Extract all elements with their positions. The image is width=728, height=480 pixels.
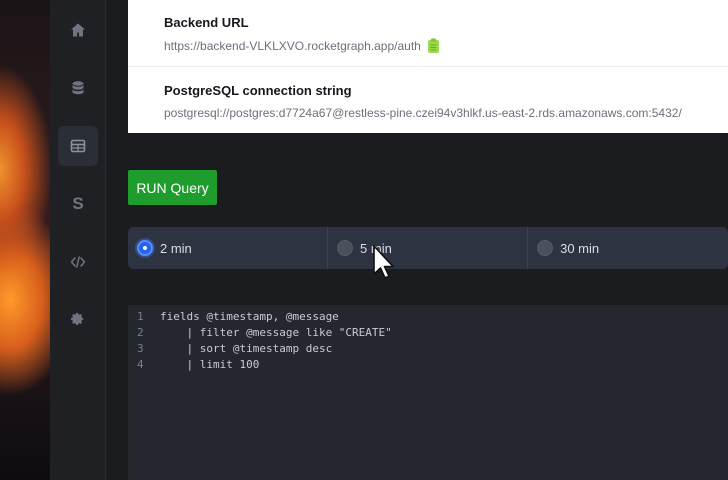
line-number: 3 bbox=[137, 342, 144, 355]
radio-button[interactable] bbox=[537, 240, 554, 256]
line-number: 1 bbox=[137, 310, 144, 323]
sidebar: S bbox=[50, 0, 106, 480]
sidebar-item-database[interactable] bbox=[58, 68, 98, 108]
range-option-2min[interactable]: 2 min bbox=[128, 227, 329, 269]
radio-button-selected[interactable] bbox=[137, 240, 153, 256]
database-icon bbox=[72, 81, 84, 95]
connection-settings-card: Backend URL https://backend-VLKLXVO.rock… bbox=[128, 0, 728, 133]
home-icon bbox=[71, 23, 85, 37]
range-option-5min[interactable]: 5 min bbox=[328, 227, 529, 269]
sidebar-item-settings[interactable] bbox=[58, 300, 98, 340]
postgres-row: PostgreSQL connection string postgresql:… bbox=[164, 83, 728, 120]
sidebar-item-code[interactable] bbox=[58, 242, 98, 282]
radio-button[interactable] bbox=[337, 240, 354, 256]
desktop-wallpaper bbox=[0, 0, 50, 480]
postgres-connection-string[interactable]: postgresql://postgres:d7724a67@restless-… bbox=[164, 106, 682, 120]
line-number: 4 bbox=[137, 358, 144, 371]
postgres-label: PostgreSQL connection string bbox=[164, 83, 352, 98]
code-text: | filter @message like "CREATE" bbox=[160, 326, 392, 339]
gear-icon bbox=[71, 312, 84, 326]
table-icon bbox=[70, 139, 86, 153]
backend-url-row: Backend URL https://backend-VLKLXVO.rock… bbox=[164, 15, 728, 54]
run-query-button[interactable]: RUN Query bbox=[128, 170, 217, 205]
storage-icon: S bbox=[72, 194, 84, 213]
main-panel: Backend URL https://backend-VLKLXVO.rock… bbox=[107, 0, 728, 480]
code-line: 3 | sort @timestamp desc bbox=[128, 341, 332, 357]
postgres-value-wrap: postgresql://postgres:d7724a67@restless-… bbox=[164, 106, 728, 120]
code-text: | sort @timestamp desc bbox=[160, 342, 333, 355]
range-label: 2 min bbox=[160, 240, 192, 256]
code-line: 4 | limit 100 bbox=[128, 357, 259, 373]
code-icon bbox=[70, 256, 86, 268]
query-editor[interactable]: 1 fields @timestamp, @message 2 | filter … bbox=[128, 305, 728, 480]
mouse-pointer-icon bbox=[372, 244, 394, 286]
range-option-30min[interactable]: 30 min bbox=[528, 227, 728, 269]
code-line: 2 | filter @message like "CREATE" bbox=[128, 325, 392, 341]
divider bbox=[128, 66, 728, 67]
backend-url-value-wrap: https://backend-VLKLXVO.rocketgraph.app/… bbox=[164, 38, 728, 54]
sidebar-item-table[interactable] bbox=[58, 126, 98, 166]
backend-url-value[interactable]: https://backend-VLKLXVO.rocketgraph.app/… bbox=[164, 39, 421, 53]
time-range-selector: 2 min 5 min 30 min bbox=[128, 227, 728, 269]
copy-icon[interactable] bbox=[427, 38, 440, 54]
code-line: 1 fields @timestamp, @message bbox=[128, 309, 339, 325]
line-number: 2 bbox=[137, 326, 144, 339]
range-label: 30 min bbox=[560, 240, 600, 256]
code-text: | limit 100 bbox=[160, 358, 260, 371]
code-text: fields @timestamp, @message bbox=[160, 310, 339, 323]
sidebar-item-storage[interactable]: S bbox=[58, 184, 98, 224]
backend-url-label: Backend URL bbox=[164, 15, 249, 30]
sidebar-item-home[interactable] bbox=[58, 10, 98, 50]
